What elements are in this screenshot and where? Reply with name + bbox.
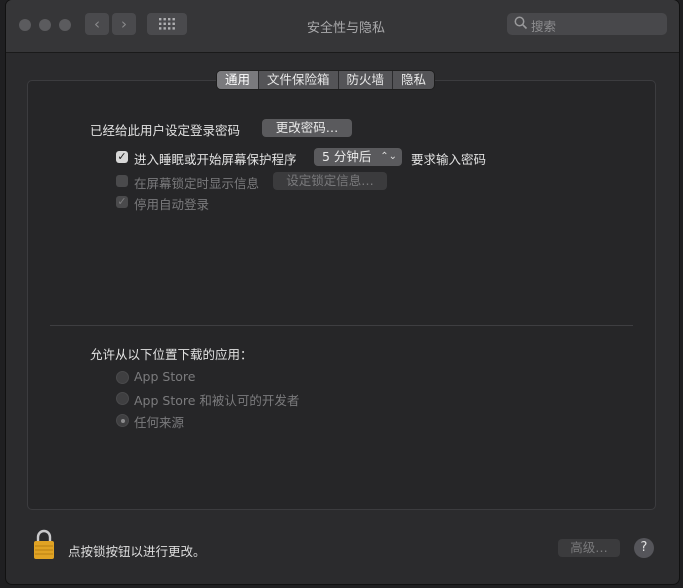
tab-firewall[interactable]: 防火墙 xyxy=(339,71,394,89)
advanced-button[interactable]: 高级… xyxy=(558,539,620,557)
section-divider xyxy=(50,325,633,326)
downloads-heading: 允许从以下位置下载的应用： xyxy=(90,347,253,362)
title-bar: ‹ › 安全性与隐私 搜索 xyxy=(6,0,679,53)
tab-filevault[interactable]: 文件保险箱 xyxy=(259,71,339,89)
radio-anywhere[interactable] xyxy=(116,414,129,427)
search-icon xyxy=(514,16,528,30)
option-app-store-label: App Store xyxy=(134,369,196,384)
radio-selected-dot xyxy=(120,418,125,423)
password-delay-select[interactable]: 5 分钟后 ⌃⌄ xyxy=(314,148,402,166)
chevron-right-icon: › xyxy=(121,15,127,33)
grid-icon xyxy=(159,18,175,30)
back-button[interactable]: ‹ xyxy=(85,13,109,35)
checkmark-icon: ✓ xyxy=(117,195,127,208)
zoom-window-button[interactable] xyxy=(59,19,71,31)
require-password-label-prefix: 进入睡眠或开始屏幕保护程序 xyxy=(134,152,297,167)
forward-button[interactable]: › xyxy=(112,13,136,35)
preferences-window: ‹ › 安全性与隐私 搜索 通用 文件保险箱 防火墙 隐私 已经给此用户设定登录… xyxy=(6,0,679,584)
set-lock-message-button[interactable]: 设定锁定信息… xyxy=(273,172,387,190)
search-placeholder: 搜索 xyxy=(531,19,557,34)
change-password-button[interactable]: 更改密码… xyxy=(262,119,352,137)
radio-app-store-identified[interactable] xyxy=(116,392,129,405)
minimize-window-button[interactable] xyxy=(39,19,51,31)
lock-status-text: 点按锁按钮以进行更改。 xyxy=(68,544,206,559)
checkmark-icon: ✓ xyxy=(117,150,127,163)
tab-general[interactable]: 通用 xyxy=(217,71,260,89)
lock-message-label: 在屏幕锁定时显示信息 xyxy=(134,176,260,191)
disable-auto-login-label: 停用自动登录 xyxy=(134,197,210,212)
disable-auto-login-checkbox[interactable]: ✓ xyxy=(116,196,128,208)
updown-chevron-icon: ⌃⌄ xyxy=(380,151,397,162)
general-panel: 已经给此用户设定登录密码 更改密码… ✓ 进入睡眠或开始屏幕保护程序 5 分钟后… xyxy=(27,80,656,510)
password-delay-value: 5 分钟后 xyxy=(322,149,372,164)
tab-privacy[interactable]: 隐私 xyxy=(393,71,434,89)
radio-app-store[interactable] xyxy=(116,371,129,384)
require-password-label-suffix: 要求输入密码 xyxy=(411,152,487,167)
option-anywhere-label: 任何来源 xyxy=(134,415,185,430)
lock-message-checkbox[interactable] xyxy=(116,175,128,187)
require-password-checkbox[interactable]: ✓ xyxy=(116,151,128,163)
search-field[interactable]: 搜索 xyxy=(507,13,667,35)
help-button[interactable]: ? xyxy=(634,538,654,558)
lock-icon[interactable] xyxy=(33,528,55,560)
chevron-left-icon: ‹ xyxy=(94,15,100,33)
password-status-label: 已经给此用户设定登录密码 xyxy=(90,123,241,138)
tab-bar: 通用 文件保险箱 防火墙 隐私 xyxy=(217,71,435,89)
close-window-button[interactable] xyxy=(19,19,31,31)
show-all-button[interactable] xyxy=(147,13,187,35)
window-title: 安全性与隐私 xyxy=(306,21,385,36)
option-identified-label: App Store 和被认可的开发者 xyxy=(134,393,300,408)
